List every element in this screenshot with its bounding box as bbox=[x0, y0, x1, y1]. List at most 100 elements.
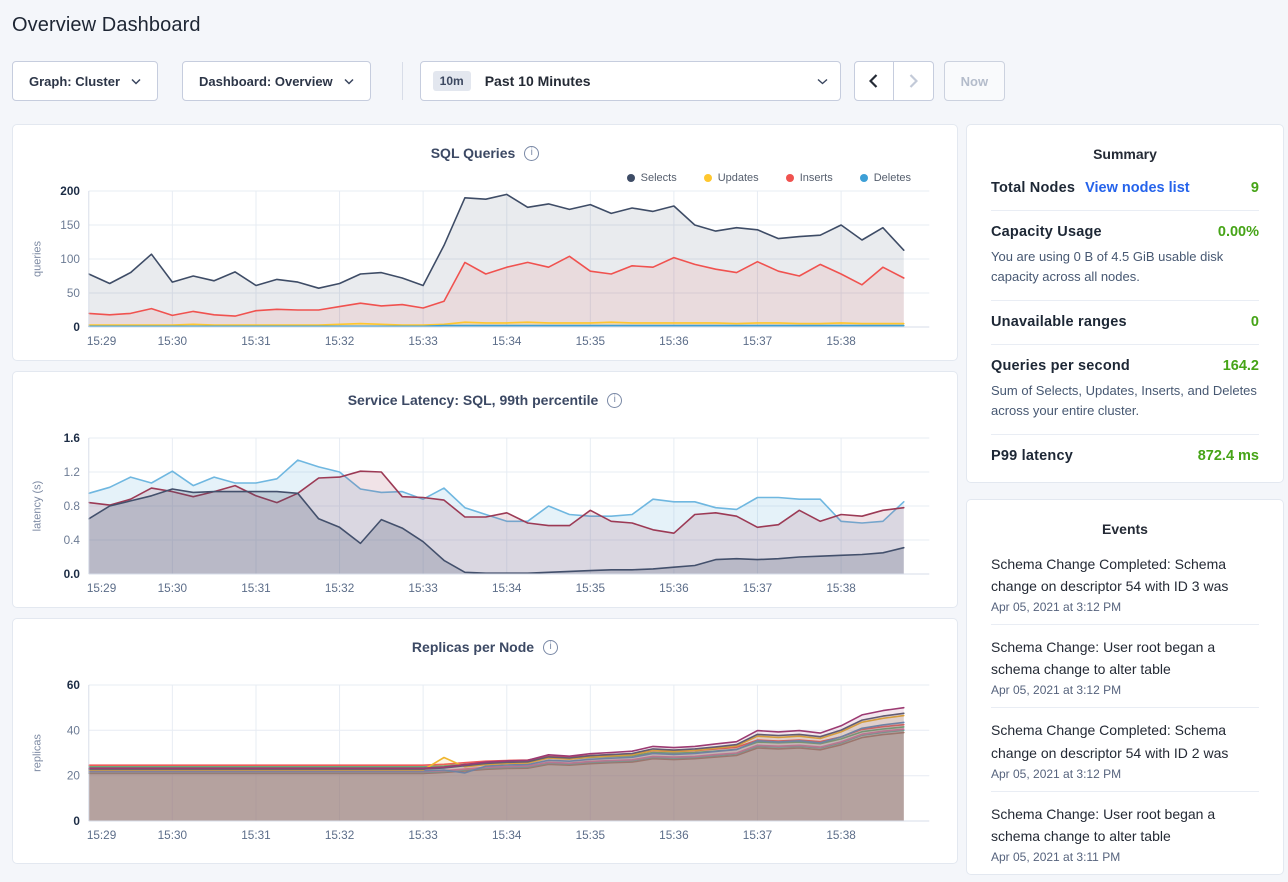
info-icon[interactable]: i bbox=[543, 640, 558, 655]
svg-text:15:36: 15:36 bbox=[659, 334, 689, 348]
svg-text:15:29: 15:29 bbox=[87, 334, 117, 348]
now-button[interactable]: Now bbox=[944, 61, 1005, 101]
info-icon[interactable]: i bbox=[607, 393, 622, 408]
svg-text:queries: queries bbox=[32, 240, 44, 277]
chevron-down-icon bbox=[344, 78, 354, 85]
event-item[interactable]: Schema Change Completed: Schema change o… bbox=[991, 542, 1259, 625]
svg-text:15:29: 15:29 bbox=[87, 581, 117, 595]
svg-text:15:35: 15:35 bbox=[576, 581, 606, 595]
summary-panel: Summary Total Nodes View nodes list 9 Ca… bbox=[966, 124, 1284, 483]
svg-text:15:34: 15:34 bbox=[492, 334, 522, 348]
svg-text:15:33: 15:33 bbox=[408, 581, 438, 595]
service-latency-chart[interactable]: 0.00.40.81.21.615:2915:3015:3115:3215:33… bbox=[27, 428, 943, 606]
legend-dot-icon bbox=[860, 174, 868, 182]
event-item[interactable]: Schema Change: User root began a schema … bbox=[991, 625, 1259, 708]
sql-queries-chart[interactable]: 05010015020015:2915:3015:3115:3215:3315:… bbox=[27, 181, 943, 359]
replicas-per-node-chart[interactable]: 020406015:2915:3015:3115:3215:3315:3415:… bbox=[27, 675, 943, 853]
svg-text:15:30: 15:30 bbox=[158, 581, 188, 595]
unavailable-ranges-value: 0 bbox=[1251, 314, 1259, 330]
info-icon[interactable]: i bbox=[524, 146, 539, 161]
svg-text:replicas: replicas bbox=[32, 734, 44, 772]
qps-value: 164.2 bbox=[1223, 358, 1259, 374]
svg-text:15:31: 15:31 bbox=[241, 334, 271, 348]
chart-title: Service Latency: SQL, 99th percentile bbox=[348, 392, 599, 408]
svg-text:15:37: 15:37 bbox=[743, 828, 772, 842]
chevron-left-icon bbox=[869, 74, 878, 88]
view-nodes-list-link[interactable]: View nodes list bbox=[1085, 180, 1190, 196]
time-range-badge: 10m bbox=[433, 71, 471, 91]
legend-item[interactable]: Inserts bbox=[786, 172, 833, 184]
event-text: Schema Change: User root began a schema … bbox=[991, 803, 1259, 847]
page-title: Overview Dashboard bbox=[12, 14, 1288, 37]
toolbar: Graph: Cluster Dashboard: Overview 10m P… bbox=[12, 61, 1276, 101]
time-range-picker[interactable]: 10m Past 10 Minutes bbox=[420, 61, 841, 101]
chart-panel-replicas: Replicas per Node i 020406015:2915:3015:… bbox=[12, 618, 958, 864]
svg-text:200: 200 bbox=[60, 184, 80, 198]
prev-range-button[interactable] bbox=[854, 61, 894, 101]
svg-text:15:30: 15:30 bbox=[158, 334, 188, 348]
sidebar: Summary Total Nodes View nodes list 9 Ca… bbox=[966, 124, 1284, 875]
page: Overview Dashboard Graph: Cluster Dashbo… bbox=[0, 14, 1288, 875]
svg-text:15:38: 15:38 bbox=[826, 828, 856, 842]
svg-text:15:38: 15:38 bbox=[826, 581, 856, 595]
qps-label: Queries per second bbox=[991, 358, 1130, 374]
summary-row-p99: P99 latency 872.4 ms bbox=[991, 435, 1259, 478]
svg-text:latency (s): latency (s) bbox=[32, 481, 44, 532]
chart-title: Replicas per Node bbox=[412, 639, 534, 655]
charts-column: SQL Queries i Selects Updates Inserts Delet… bbox=[12, 124, 958, 864]
unavailable-ranges-label: Unavailable ranges bbox=[991, 314, 1127, 330]
events-title: Events bbox=[991, 521, 1259, 537]
svg-text:15:32: 15:32 bbox=[325, 828, 354, 842]
svg-text:0.4: 0.4 bbox=[64, 533, 81, 547]
summary-row-qps: Queries per second 164.2 Sum of Selects,… bbox=[991, 345, 1259, 435]
graph-dropdown[interactable]: Graph: Cluster bbox=[12, 61, 158, 101]
svg-text:15:36: 15:36 bbox=[659, 581, 689, 595]
event-timestamp: Apr 05, 2021 at 3:12 PM bbox=[991, 767, 1259, 781]
legend-item[interactable]: Deletes bbox=[860, 172, 911, 184]
dashboard-dropdown[interactable]: Dashboard: Overview bbox=[182, 61, 371, 101]
legend-item[interactable]: Selects bbox=[627, 172, 677, 184]
svg-text:50: 50 bbox=[67, 286, 80, 300]
svg-text:15:35: 15:35 bbox=[576, 828, 606, 842]
svg-text:20: 20 bbox=[67, 769, 80, 783]
svg-text:15:30: 15:30 bbox=[158, 828, 188, 842]
svg-text:15:37: 15:37 bbox=[743, 581, 772, 595]
capacity-usage-label: Capacity Usage bbox=[991, 224, 1102, 240]
p99-latency-value: 872.4 ms bbox=[1198, 448, 1259, 464]
svg-text:150: 150 bbox=[60, 218, 80, 232]
svg-text:0: 0 bbox=[73, 320, 80, 334]
chart-title: SQL Queries bbox=[431, 145, 516, 161]
chart-panel-sql-queries: SQL Queries i Selects Updates Inserts Delet… bbox=[12, 124, 958, 361]
svg-text:15:33: 15:33 bbox=[408, 334, 438, 348]
p99-latency-label: P99 latency bbox=[991, 448, 1073, 464]
next-range-button[interactable] bbox=[894, 61, 934, 101]
summary-row-total-nodes: Total Nodes View nodes list 9 bbox=[991, 167, 1259, 211]
event-item[interactable]: Schema Change Completed: Schema change o… bbox=[991, 708, 1259, 791]
svg-text:15:36: 15:36 bbox=[659, 828, 689, 842]
svg-text:15:38: 15:38 bbox=[826, 334, 856, 348]
svg-text:0: 0 bbox=[73, 814, 80, 828]
legend-dot-icon bbox=[627, 174, 635, 182]
chevron-down-icon bbox=[131, 78, 141, 85]
svg-text:15:31: 15:31 bbox=[241, 581, 271, 595]
summary-title: Summary bbox=[991, 146, 1259, 162]
svg-text:60: 60 bbox=[67, 678, 80, 692]
events-panel: Events Schema Change Completed: Schema c… bbox=[966, 499, 1284, 875]
svg-text:15:35: 15:35 bbox=[576, 334, 606, 348]
toolbar-divider bbox=[402, 62, 403, 100]
event-item[interactable]: Schema Change: User root began a schema … bbox=[991, 792, 1259, 874]
legend-item[interactable]: Updates bbox=[704, 172, 759, 184]
svg-text:1.2: 1.2 bbox=[64, 465, 80, 479]
graph-dropdown-label: Graph: Cluster bbox=[29, 74, 120, 89]
total-nodes-label: Total Nodes bbox=[991, 180, 1075, 196]
event-timestamp: Apr 05, 2021 at 3:11 PM bbox=[991, 850, 1259, 864]
svg-text:15:37: 15:37 bbox=[743, 334, 772, 348]
total-nodes-value: 9 bbox=[1251, 180, 1259, 196]
svg-text:1.6: 1.6 bbox=[64, 431, 81, 445]
event-text: Schema Change Completed: Schema change o… bbox=[991, 719, 1259, 763]
svg-text:15:31: 15:31 bbox=[241, 828, 271, 842]
svg-text:0.8: 0.8 bbox=[64, 499, 81, 513]
chart-panel-service-latency: Service Latency: SQL, 99th percentile i … bbox=[12, 371, 958, 608]
summary-row-unavailable-ranges: Unavailable ranges 0 bbox=[991, 301, 1259, 345]
svg-text:15:32: 15:32 bbox=[325, 581, 354, 595]
